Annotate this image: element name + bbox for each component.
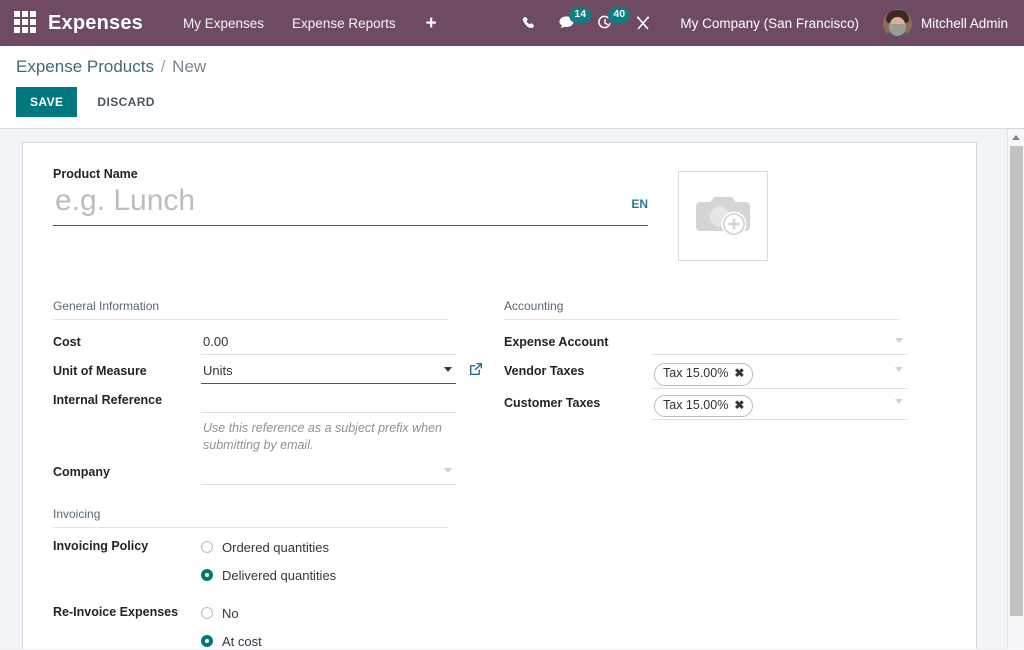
menu-expense-reports[interactable]: Expense Reports: [278, 16, 410, 31]
radio-label: Delivered quantities: [222, 568, 336, 583]
internal-reference-input[interactable]: [201, 386, 456, 413]
camera-add-icon: [694, 193, 752, 239]
vendor-tax-tag[interactable]: Tax 15.00% ✖: [654, 363, 753, 386]
navbar-right-zone: 14 40 My Company (San Francisco) Mitchel…: [510, 0, 1014, 46]
breadcrumb-current-new: New: [172, 57, 206, 76]
menu-my-expenses[interactable]: My Expenses: [169, 16, 278, 31]
product-name-input[interactable]: [53, 184, 623, 223]
chevron-down-icon[interactable]: [444, 367, 452, 372]
customer-taxes-label: Customer Taxes: [504, 389, 652, 410]
avatar: [883, 9, 912, 38]
radio-label: Ordered quantities: [222, 540, 329, 555]
chevron-down-icon[interactable]: [895, 338, 903, 343]
cost-label: Cost: [53, 328, 201, 349]
user-name-label: Mitchell Admin: [921, 16, 1008, 31]
activities-clock-icon[interactable]: 40: [586, 0, 624, 46]
radio-at-cost[interactable]: At cost: [201, 634, 286, 649]
radio-icon[interactable]: [201, 607, 213, 619]
control-panel: Expense Products / New SAVE DISCARD: [0, 46, 1024, 129]
field-expense-account: Expense Account: [504, 328, 946, 357]
general-information-title: General Information: [53, 299, 448, 320]
radio-icon[interactable]: [201, 541, 213, 553]
product-name-group: Product Name EN: [53, 167, 648, 261]
reinvoice-expenses-radios: No At cost Sales price: [201, 602, 286, 649]
chevron-down-icon[interactable]: [895, 399, 903, 404]
invoicing-policy-radios: Ordered quantities Delivered quantities: [201, 536, 336, 583]
vertical-scrollbar[interactable]: [1007, 129, 1024, 649]
radio-delivered-quantities[interactable]: Delivered quantities: [201, 568, 336, 583]
expense-account-label: Expense Account: [504, 328, 652, 349]
discard-button[interactable]: DISCARD: [83, 87, 168, 117]
top-navbar: Expenses My Expenses Expense Reports + 1…: [0, 0, 1024, 46]
vendor-tax-tag-label: Tax 15.00%: [663, 365, 728, 383]
product-image-upload[interactable]: [678, 171, 768, 261]
field-customer-taxes: Customer Taxes Tax 15.00% ✖: [504, 389, 946, 421]
cost-input[interactable]: 0.00: [201, 328, 456, 355]
field-internal-reference: Internal Reference: [53, 386, 495, 415]
apps-grid-icon[interactable]: [14, 11, 38, 35]
radio-label: At cost: [222, 634, 262, 649]
right-column: Accounting Expense Account Vendor Taxes …: [504, 299, 946, 649]
company-select[interactable]: [201, 458, 456, 485]
vendor-taxes-label: Vendor Taxes: [504, 357, 652, 378]
close-icon[interactable]: ✖: [734, 397, 744, 414]
title-and-image-row: Product Name EN: [53, 167, 946, 261]
save-button[interactable]: SAVE: [16, 87, 77, 117]
phone-icon[interactable]: [510, 0, 547, 46]
radio-icon-selected[interactable]: [201, 569, 213, 581]
invoicing-group: Invoicing Invoicing Policy Ordered quant…: [53, 507, 495, 649]
radio-icon-selected[interactable]: [201, 635, 213, 647]
customer-taxes-field[interactable]: Tax 15.00% ✖: [652, 389, 907, 421]
form-groups: General Information Cost 0.00 Unit of Me…: [53, 299, 946, 649]
customer-tax-tag[interactable]: Tax 15.00% ✖: [654, 395, 753, 418]
field-company: Company: [53, 458, 495, 487]
internal-reference-help-row: Use this reference as a subject prefix w…: [53, 415, 495, 458]
internal-reference-help-text: Use this reference as a subject prefix w…: [201, 415, 453, 458]
close-icon[interactable]: ✖: [734, 365, 744, 382]
vendor-taxes-field[interactable]: Tax 15.00% ✖: [652, 357, 907, 389]
new-expense-plus-button[interactable]: +: [410, 14, 453, 33]
company-label: Company: [53, 458, 201, 479]
messages-icon[interactable]: 14: [547, 0, 586, 46]
field-vendor-taxes: Vendor Taxes Tax 15.00% ✖: [504, 357, 946, 389]
unit-of-measure-label: Unit of Measure: [53, 357, 201, 378]
unit-of-measure-select[interactable]: Units: [201, 357, 456, 384]
breadcrumb-expense-products[interactable]: Expense Products: [16, 57, 154, 76]
internal-reference-label: Internal Reference: [53, 386, 201, 407]
company-switcher[interactable]: My Company (San Francisco): [662, 16, 875, 31]
product-name-input-wrap: EN: [53, 184, 648, 226]
user-menu[interactable]: Mitchell Admin: [875, 9, 1014, 38]
customer-tax-tag-label: Tax 15.00%: [663, 397, 728, 415]
external-link-icon[interactable]: [469, 362, 483, 379]
expense-account-select[interactable]: [652, 328, 907, 355]
breadcrumb: Expense Products / New: [16, 57, 1008, 77]
radio-label: No: [222, 606, 239, 621]
action-buttons: SAVE DISCARD: [16, 87, 1008, 117]
debug-tools-icon[interactable]: [624, 0, 662, 46]
unit-of-measure-value: Units: [203, 363, 233, 378]
field-unit-of-measure: Unit of Measure Units: [53, 357, 495, 386]
app-brand-expenses[interactable]: Expenses: [48, 12, 143, 35]
reinvoice-expenses-label: Re-Invoice Expenses: [53, 602, 201, 619]
left-column: General Information Cost 0.00 Unit of Me…: [53, 299, 495, 649]
form-scroll-area: Product Name EN: [0, 129, 1024, 649]
invoicing-title: Invoicing: [53, 507, 448, 528]
scroll-up-arrow-icon[interactable]: [1008, 129, 1024, 146]
form-sheet: Product Name EN: [22, 142, 977, 649]
chevron-down-icon[interactable]: [895, 367, 903, 372]
breadcrumb-separator: /: [161, 57, 166, 76]
accounting-title: Accounting: [504, 299, 899, 320]
radio-ordered-quantities[interactable]: Ordered quantities: [201, 540, 336, 555]
chevron-down-icon[interactable]: [444, 468, 452, 473]
field-cost: Cost 0.00: [53, 328, 495, 357]
scrollbar-thumb[interactable]: [1010, 146, 1023, 616]
field-reinvoice-expenses: Re-Invoice Expenses No At cost: [53, 602, 495, 649]
spacer-label: [53, 415, 201, 422]
radio-no[interactable]: No: [201, 606, 286, 621]
language-tag-en[interactable]: EN: [631, 197, 648, 223]
product-name-label: Product Name: [53, 167, 648, 181]
field-invoicing-policy: Invoicing Policy Ordered quantities Deli…: [53, 536, 495, 583]
invoicing-policy-label: Invoicing Policy: [53, 536, 201, 553]
